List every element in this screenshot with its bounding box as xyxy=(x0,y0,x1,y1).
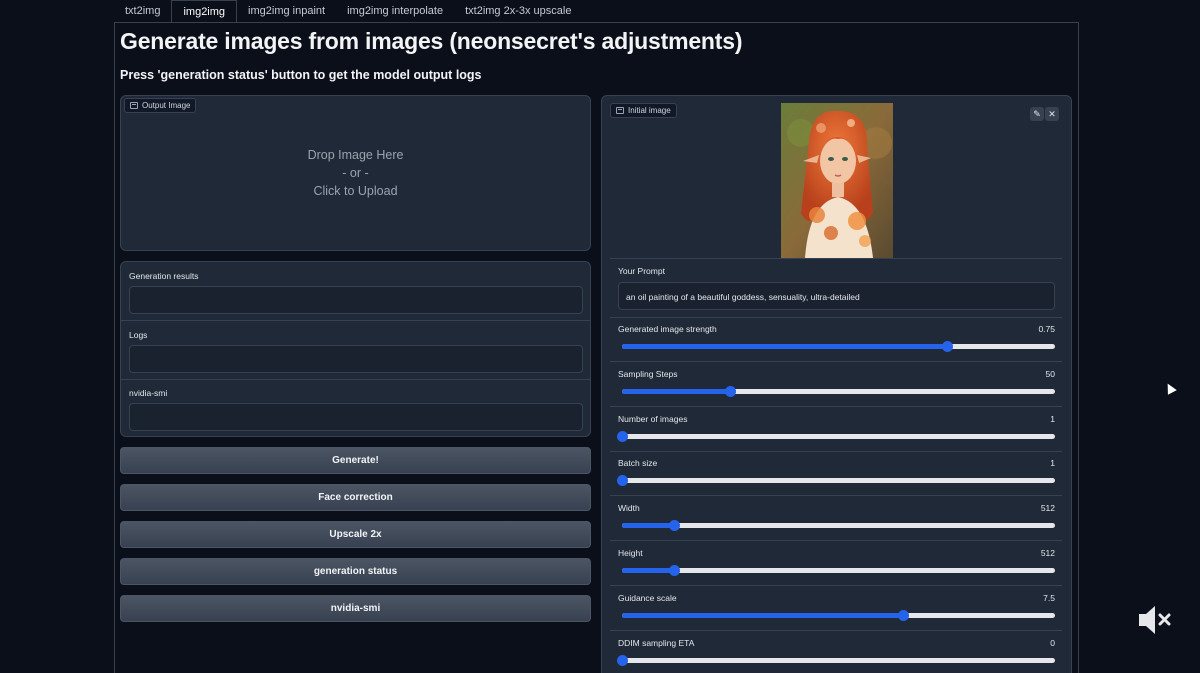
slider-value[interactable]: 7.5 xyxy=(1043,593,1055,603)
drop-line-1: Drop Image Here xyxy=(307,148,404,162)
nvidia-smi-field[interactable] xyxy=(129,403,583,431)
slider-thumb[interactable] xyxy=(617,655,628,666)
slider-label: Height xyxy=(618,548,643,558)
tab-img2img-interpolate[interactable]: img2img interpolate xyxy=(336,0,454,23)
slider-value[interactable]: 512 xyxy=(1041,503,1055,513)
close-image-icon[interactable]: ✕ xyxy=(1045,107,1059,121)
tab-txt2img-upscale[interactable]: txt2img 2x-3x upscale xyxy=(454,0,582,23)
slider-value[interactable]: 1 xyxy=(1050,458,1055,468)
edit-image-icon[interactable]: ✎ xyxy=(1030,107,1044,121)
slider-separator xyxy=(610,406,1062,407)
slider-thumb[interactable] xyxy=(617,475,628,486)
generation-results-field[interactable] xyxy=(129,286,583,314)
output-image-label-chip: Output Image xyxy=(124,98,197,113)
speaker-muted-icon[interactable] xyxy=(1137,603,1173,642)
slider-thumb[interactable] xyxy=(941,341,953,352)
prompt-label: Your Prompt xyxy=(618,266,665,276)
slider-label: Width xyxy=(618,503,640,513)
slider-value[interactable]: 1 xyxy=(1050,414,1055,424)
slider-track[interactable] xyxy=(617,475,1055,486)
slider-track[interactable] xyxy=(622,610,1055,621)
upscale-button[interactable]: Upscale 2x xyxy=(120,521,591,548)
slider-fill xyxy=(622,568,674,573)
logs-field[interactable] xyxy=(129,345,583,373)
slider-fill xyxy=(622,613,904,618)
slider-label: Batch size xyxy=(618,458,658,468)
tab-txt2img[interactable]: txt2img xyxy=(114,0,171,23)
output-image-dropzone[interactable]: Output Image Drop Image Here - or - Clic… xyxy=(120,95,591,251)
slider-separator xyxy=(610,451,1062,452)
generation-results-label: Generation results xyxy=(129,271,199,281)
drop-line-2: - or - xyxy=(342,166,369,180)
speaker-muted-svg xyxy=(1139,606,1171,634)
slider-value[interactable]: 0.75 xyxy=(1038,324,1055,334)
logs-divider xyxy=(121,379,590,380)
slider-separator xyxy=(610,585,1062,586)
initial-image-label: Initial image xyxy=(628,106,671,115)
generation-status-button[interactable]: generation status xyxy=(120,558,591,585)
portrait-painting-image xyxy=(781,103,893,258)
image-icon xyxy=(130,102,138,109)
logs-label: Logs xyxy=(129,330,148,340)
slider-track[interactable] xyxy=(617,431,1055,442)
slider-fill xyxy=(622,523,674,528)
slider-separator xyxy=(610,540,1062,541)
initial-image-label-chip: Initial image xyxy=(610,103,677,118)
mouse-pointer-icon xyxy=(1163,381,1177,395)
slider-value[interactable]: 0 xyxy=(1050,638,1055,648)
slider-separator xyxy=(610,630,1062,631)
slider-track[interactable] xyxy=(622,565,1055,576)
slider-label: Generated image strength xyxy=(618,324,717,334)
nvidia-smi-label: nvidia-smi xyxy=(129,388,168,398)
slider-label: Guidance scale xyxy=(618,593,677,603)
slider-thumb[interactable] xyxy=(617,431,628,442)
slider-thumb[interactable] xyxy=(668,565,680,576)
slider-fill xyxy=(622,389,731,394)
slider-track[interactable] xyxy=(622,341,1055,352)
page-subtitle: Press 'generation status' button to get … xyxy=(120,68,482,82)
slider-fill xyxy=(622,344,947,349)
tab-bar: txt2img img2img img2img inpaint img2img … xyxy=(114,0,582,23)
drop-line-3: Click to Upload xyxy=(313,184,398,198)
slider-value[interactable]: 50 xyxy=(1046,369,1055,379)
slider-separator xyxy=(610,361,1062,362)
nvidia-smi-button[interactable]: nvidia-smi xyxy=(120,595,591,622)
face-correction-button[interactable]: Face correction xyxy=(120,484,591,511)
image-prompt-separator xyxy=(610,258,1062,259)
page-title: Generate images from images (neonsecret'… xyxy=(120,28,743,54)
slider-label: Number of images xyxy=(618,414,688,424)
slider-track[interactable] xyxy=(622,386,1055,397)
results-divider xyxy=(121,320,590,321)
slider-separator xyxy=(610,495,1062,496)
generate-button[interactable]: Generate! xyxy=(120,447,591,474)
slider-thumb[interactable] xyxy=(668,520,680,531)
prompt-input[interactable]: an oil painting of a beautiful goddess, … xyxy=(618,282,1055,310)
slider-label: Sampling Steps xyxy=(618,369,678,379)
initial-image-portrait xyxy=(781,103,893,258)
tab-img2img-inpaint[interactable]: img2img inpaint xyxy=(237,0,336,23)
slider-value[interactable]: 512 xyxy=(1041,548,1055,558)
slider-label: DDIM sampling ETA xyxy=(618,638,695,648)
results-panel: Generation results Logs nvidia-smi xyxy=(120,261,591,437)
output-image-label: Output Image xyxy=(142,101,191,110)
prompt-separator xyxy=(610,317,1062,318)
slider-track[interactable] xyxy=(617,655,1055,666)
image-icon xyxy=(616,107,624,114)
tab-img2img[interactable]: img2img xyxy=(171,0,238,23)
dropzone-text: Drop Image Here - or - Click to Upload xyxy=(121,146,590,200)
slider-track[interactable] xyxy=(622,520,1055,531)
